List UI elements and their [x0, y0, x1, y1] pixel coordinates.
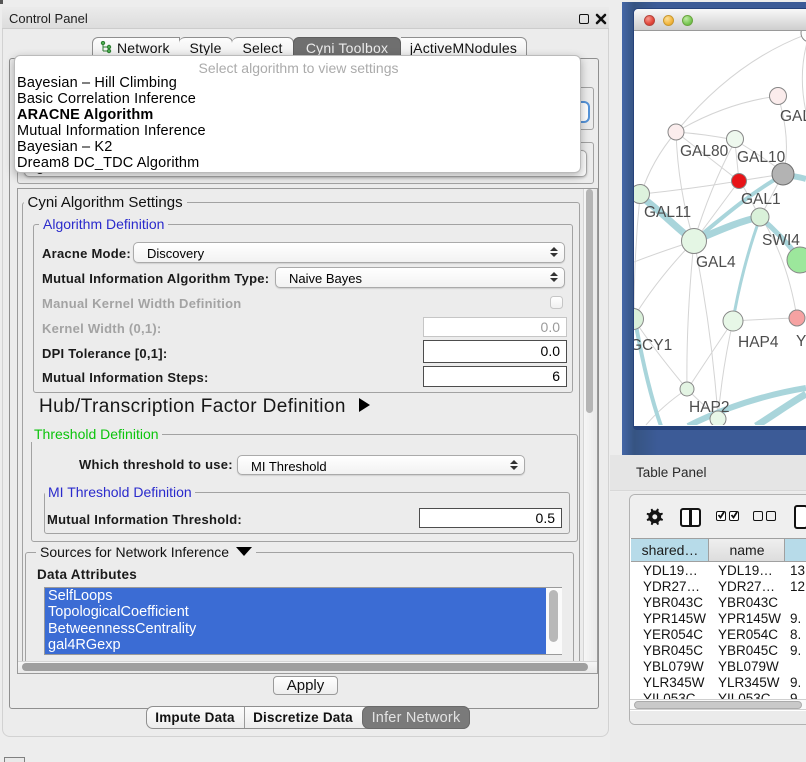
svg-text:GAL11: GAL11: [644, 204, 691, 221]
svg-text:HAP4: HAP4: [738, 334, 779, 351]
svg-text:GAL1: GAL1: [741, 191, 781, 208]
svg-text:GAL7: GAL7: [780, 108, 806, 125]
svg-text:GAL4: GAL4: [696, 254, 736, 271]
svg-text:GAL10: GAL10: [737, 149, 786, 166]
svg-text:SWI4: SWI4: [762, 232, 800, 249]
svg-text:HAP2: HAP2: [689, 399, 730, 416]
svg-text:YG: YG: [796, 333, 806, 350]
svg-text:GAL80: GAL80: [680, 143, 729, 160]
svg-text:GCY1: GCY1: [634, 337, 672, 354]
